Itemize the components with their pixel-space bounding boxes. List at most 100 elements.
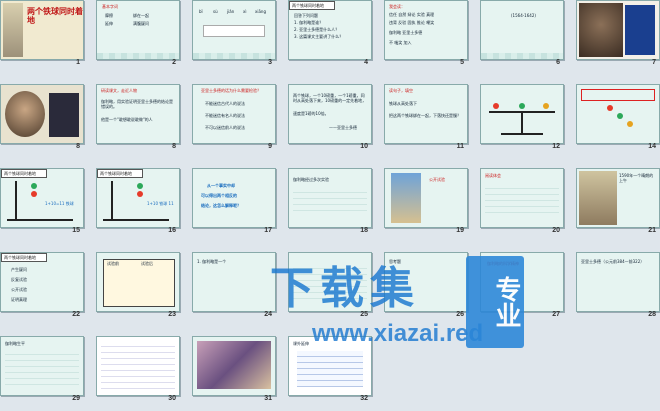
slide-text: 不可以迷信前人的说法 — [205, 125, 245, 130]
watermark-badge: 专业 — [466, 256, 524, 348]
slide-thumb[interactable]: 1. 伽利略是一个 24 — [192, 252, 276, 319]
ball-icon — [493, 103, 499, 109]
slide-number: 8 — [76, 143, 80, 150]
slide-number: 14 — [648, 143, 656, 150]
slide-text: 满腹疑问 — [133, 21, 149, 26]
slide-text: 不 嗤笑 加入 — [389, 40, 412, 45]
slide-thumb[interactable]: 1590年一个晴朗的上午 21 — [576, 168, 660, 235]
slide-number: 20 — [552, 227, 560, 234]
slide-thumb[interactable]: 亚里士多德（公元前384—前322） 28 — [576, 252, 660, 319]
slide-thumb[interactable]: 两个铁球同时着地 回答下列问题 1. 伽利略是谁？ 2. 亚里士多德是什么人？ … — [288, 0, 372, 67]
tower-photo — [391, 173, 421, 223]
slide-number: 28 — [648, 311, 656, 318]
slide-text: 2. 亚里士多德是什么人？ — [294, 27, 340, 32]
slide-thumb[interactable]: 两个铁球同时着地 1+10=11 铁球 15 — [0, 168, 84, 235]
slide-text: 信任 自然 辩论 实验 真理 — [389, 12, 435, 17]
slide-number: 11 — [456, 143, 464, 150]
slide-thumb[interactable]: 30 — [96, 336, 180, 403]
slide-thumb[interactable]: 两个铁球同时着地 1 — [0, 0, 84, 67]
slide-text: 他是一个"敢想敢说敢做"的人 — [101, 117, 153, 122]
slide-number: 15 — [72, 227, 80, 234]
slide-number: 9 — [268, 143, 272, 150]
galileo-portrait — [579, 3, 623, 57]
slide-text: 伽利略 亚里士多德 — [389, 30, 423, 35]
ball-icon — [607, 105, 613, 111]
slide-text: jiǎn — [227, 9, 235, 14]
slide-text: ——亚里士多德 — [329, 125, 357, 130]
slide-thumb[interactable]: 基本字词 摩擦 绑在一起 延伸 满腹疑问 2 — [96, 0, 180, 67]
slide-text: 不能迷信古代人的说法 — [205, 101, 245, 106]
slide-thumb[interactable]: 亚里士多德的话为什么需要检验？ 不能迷信古代人的说法 不能迷信有名人的说法 不可… — [192, 84, 276, 151]
slide-header: 两个铁球同时着地 — [289, 1, 335, 10]
slide-text: 把这两个铁球绑在一起，下落快还是慢？ — [389, 113, 461, 118]
slide-thumb[interactable]: 两个铁球，一个10磅重，一个1磅重，同时从高处落下来，10磅重的一定先着地， 速… — [288, 84, 372, 151]
watermark-text: 下载集 — [270, 263, 420, 314]
tower-photo — [3, 3, 23, 57]
slide-thumb[interactable]: 12 — [480, 84, 564, 151]
slide-header: 两个铁球同时着地 — [97, 169, 143, 178]
slide-thumb[interactable]: 阅读体会 20 — [480, 168, 564, 235]
slide-number: 30 — [168, 395, 176, 402]
slide-text: 摩擦 — [105, 13, 113, 18]
slide-number: 6 — [556, 59, 560, 66]
slide-text: (1564-1642) — [511, 13, 536, 18]
ball-icon — [137, 191, 143, 197]
slide-thumb[interactable]: 14 — [576, 84, 660, 151]
slide-text: 伽利略经过多次实验 — [293, 177, 329, 182]
slide-thumb[interactable]: (1564-1642) 6 — [480, 0, 564, 67]
slide-text: 研读课文，走近人物 — [101, 88, 137, 93]
slide-text: 反复试验 — [11, 277, 27, 282]
slide-text: bǐ — [199, 9, 203, 14]
slide-text: 可以得出两个相反的 — [201, 193, 237, 198]
slide-text: 我会读： — [389, 4, 405, 9]
slide-text: 阅读体会 — [485, 173, 501, 178]
ball-icon — [617, 113, 623, 119]
slide-header: 两个铁球同时着地 — [1, 169, 47, 178]
slide-grid: 两个铁球同时着地 1 基本字词 摩擦 绑在一起 延伸 满腹疑问 2 bǐ sù … — [0, 0, 660, 411]
slide-thumb[interactable]: 研读课文，走近人物 伽利略，用实验证明亚里士多德的结论是错误的。 他是一个"敢想… — [96, 84, 180, 151]
slide-number: 32 — [360, 395, 368, 402]
slide-text: 试验后 — [141, 261, 153, 266]
slide-thumb[interactable]: 从一个事实中却 可以得出两个相反的 结论，这怎么解释呢？ 17 — [192, 168, 276, 235]
slide-text: 铁球从高处落下 — [389, 101, 417, 106]
slide-number: 3 — [268, 59, 272, 66]
ball-icon — [31, 183, 37, 189]
slide-number: 23 — [168, 311, 176, 318]
slide-thumb[interactable]: 我会读： 信任 自然 辩论 实验 真理 违背 反驳 固执 推论 嘲笑 伽利略 亚… — [384, 0, 468, 67]
slide-thumb[interactable]: 公开试验 19 — [384, 168, 468, 235]
slide-thumb[interactable]: 试验前 试验后 23 — [96, 252, 180, 319]
slide-text: 伽利略生平 — [5, 341, 25, 346]
slide-text: 从一个事实中却 — [207, 183, 235, 188]
slide-thumb[interactable]: 31 — [192, 336, 276, 403]
ball-icon — [627, 121, 633, 127]
slide-thumb[interactable]: 伽利略生平 29 — [0, 336, 84, 403]
slide-text: xì — [243, 9, 247, 14]
slide-thumb[interactable]: 8 — [0, 84, 84, 151]
slide-text: 1. 伽利略是一个 — [197, 259, 227, 264]
slide-number: 17 — [264, 227, 272, 234]
slide-text: sù — [213, 9, 218, 14]
ball-icon — [543, 103, 549, 109]
slide-text: 违背 反驳 固执 推论 嘲笑 — [389, 20, 435, 25]
slide-text: 延伸 — [105, 21, 113, 26]
slide-number: 31 — [264, 395, 272, 402]
slide-text: 公开试验 — [429, 177, 445, 182]
ball-icon — [31, 191, 37, 197]
slide-title: 两个铁球同时着地 — [27, 7, 83, 25]
slide-text: 绑在一起 — [133, 13, 149, 18]
slide-thumb[interactable]: 两个铁球同时着地 1+10 铁球 11 16 — [96, 168, 180, 235]
galileo-portrait — [5, 91, 45, 137]
slide-text: xiāng — [255, 9, 267, 14]
slide-text: 回答下列问题 — [294, 13, 318, 18]
slide-number: 12 — [552, 143, 560, 150]
tower-photo — [579, 171, 617, 225]
slide-thumb[interactable]: 7 — [576, 0, 660, 67]
ball-icon — [519, 103, 525, 109]
slide-thumb[interactable]: 读句子，填空 铁球从高处落下 把这两个铁球绑在一起，下落快还是慢？ 11 — [384, 84, 468, 151]
slide-text: 亚里士多德（公元前384—前322） — [581, 259, 645, 264]
slide-thumb[interactable]: 两个铁球同时着地 产生疑问 反复试验 公开试验 证明真理 22 — [0, 252, 84, 319]
slide-thumb[interactable]: bǐ sù jiǎn xì xiāng 3 — [192, 0, 276, 67]
slide-number: 8 — [172, 143, 176, 150]
slide-thumb[interactable]: 伽利略经过多次实验 18 — [288, 168, 372, 235]
watermark-url: www.xiazai.red — [312, 320, 484, 347]
